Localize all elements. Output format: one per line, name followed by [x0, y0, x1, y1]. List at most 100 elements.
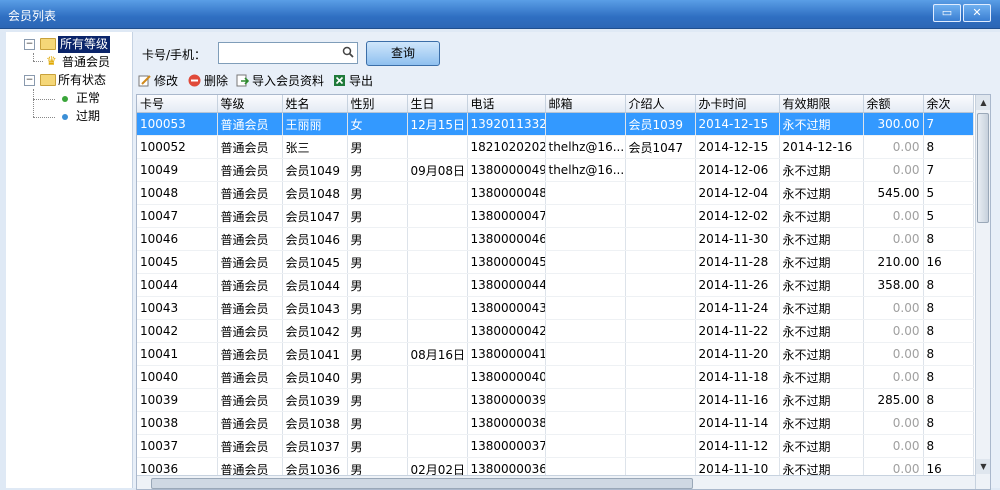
table-row[interactable]: 10048 普通会员 会员1048 男 1380000048 2014-12-04 永不过期…: [137, 181, 974, 205]
table-cell: [625, 319, 696, 343]
column-header[interactable]: 卡号: [137, 95, 218, 113]
search-label: 卡号/手机：: [142, 48, 207, 62]
table-row[interactable]: 10040 普通会员 会员1040 男 1380000040 2014-11-18 永不过期…: [137, 365, 974, 389]
table-cell: 545.00: [863, 181, 924, 205]
tree-line: [33, 117, 55, 118]
table-cell: [545, 319, 626, 343]
table-cell: 0.00: [863, 158, 924, 182]
table-cell: 8: [923, 227, 974, 251]
table-cell: 永不过期: [779, 365, 864, 389]
table-cell: 普通会员: [217, 411, 283, 435]
table-cell: 永不过期: [779, 434, 864, 458]
table-cell: 10043: [137, 296, 218, 320]
table-cell: [625, 296, 696, 320]
table-row[interactable]: 100052 普通会员 张三男 1821020202 thelhz@16... 会员104…: [137, 135, 974, 159]
column-header[interactable]: 余次: [923, 95, 974, 113]
column-header[interactable]: 余额: [863, 95, 924, 113]
table-row[interactable]: 10039 普通会员 会员1039 男 1380000039 2014-11-16 永不过期…: [137, 388, 974, 412]
column-header[interactable]: 邮箱: [545, 95, 626, 113]
collapse-icon[interactable]: −: [24, 39, 35, 50]
table-cell: [625, 273, 696, 297]
delete-label: 删除: [204, 74, 229, 88]
table-cell: 会员1047: [282, 204, 348, 228]
table-cell: [625, 250, 696, 274]
table-cell: 永不过期: [779, 342, 864, 366]
table-cell: 2014-11-12: [695, 434, 780, 458]
scroll-up-icon[interactable]: ▲: [976, 95, 990, 110]
table-cell: 10044: [137, 273, 218, 297]
query-button[interactable]: 查询: [366, 41, 440, 66]
column-header[interactable]: 姓名: [282, 95, 348, 113]
vertical-scrollbar[interactable]: ▲ ▼: [975, 95, 990, 489]
table-cell: [407, 411, 468, 435]
column-header[interactable]: 等级: [217, 95, 283, 113]
search-icon[interactable]: [342, 46, 354, 58]
table-cell: 10041: [137, 342, 218, 366]
horizontal-scroll-thumb[interactable]: [151, 478, 693, 489]
collapse-icon[interactable]: −: [24, 75, 35, 86]
table-cell: 2014-12-15: [695, 112, 780, 136]
green-dot-icon: [62, 96, 68, 102]
table-cell: 5: [923, 204, 974, 228]
table-cell: [625, 388, 696, 412]
table-row[interactable]: 10041 普通会员 会员1041 男 08月16日 1380000041 2014-11-…: [137, 342, 974, 366]
vertical-scroll-thumb[interactable]: [977, 113, 989, 223]
crown-icon: ♛: [46, 54, 57, 68]
edit-icon: [138, 75, 151, 87]
table-row[interactable]: 10043 普通会员 会员1043 男 1380000043 2014-11-24 永不过期…: [137, 296, 974, 320]
maximize-button[interactable]: ▭: [933, 4, 961, 22]
table-row[interactable]: 10045 普通会员 会员1045 男 1380000045 2014-11-28 永不过期…: [137, 250, 974, 274]
column-header[interactable]: 性别: [347, 95, 408, 113]
table-cell: [625, 204, 696, 228]
scroll-down-icon[interactable]: ▼: [976, 459, 990, 474]
column-header[interactable]: 电话: [467, 95, 546, 113]
table-row[interactable]: 10038 普通会员 会员1038 男 1380000038 2014-11-14 永不过期…: [137, 411, 974, 435]
table-row[interactable]: 100053 普通会员 王丽丽女 12月15日 1392011332 会员1039 2014…: [137, 112, 974, 136]
table-cell: 0.00: [863, 365, 924, 389]
column-header[interactable]: 介绍人: [625, 95, 696, 113]
table-cell: 会员1046: [282, 227, 348, 251]
table-header: 卡号 等级 姓名 性别 生日 电话 邮箱 介绍人 办卡时间 有效期限 余额 余次: [137, 95, 974, 113]
close-button[interactable]: ✕: [963, 4, 991, 22]
table-cell: 会员1039: [625, 112, 696, 136]
table-cell: thelhz@16...: [545, 135, 626, 159]
table-row[interactable]: 10047 普通会员 会员1047 男 1380000047 2014-12-02 永不过期…: [137, 204, 974, 228]
table-cell: 285.00: [863, 388, 924, 412]
import-icon: [236, 74, 249, 87]
main-panel: 卡号/手机： 查询 修改 删除 导入会员资料 导出 卡号 等级 姓名 性别 生日…: [133, 32, 1000, 490]
table-row[interactable]: 10049 普通会员 会员1049 男 09月08日 1380000049 thelhz@1…: [137, 158, 974, 182]
table-cell: [545, 273, 626, 297]
blue-dot-icon: [62, 114, 68, 120]
table-cell: 普通会员: [217, 434, 283, 458]
table-cell: 8: [923, 388, 974, 412]
table-cell: 1380000049: [467, 158, 546, 182]
table-cell: 16: [923, 250, 974, 274]
table-cell: [625, 158, 696, 182]
table-row[interactable]: 10044 普通会员 会员1044 男 1380000044 2014-11-26 永不过期…: [137, 273, 974, 297]
column-header[interactable]: 办卡时间: [695, 95, 780, 113]
search-box[interactable]: [218, 42, 358, 64]
table-row[interactable]: 10046 普通会员 会员1046 男 1380000046 2014-11-30 永不过期…: [137, 227, 974, 251]
table-cell: [407, 181, 468, 205]
table-cell: 12月15日: [407, 112, 468, 136]
edit-label: 修改: [154, 74, 179, 88]
table-row[interactable]: 10042 普通会员 会员1042 男 1380000042 2014-11-22 永不过期…: [137, 319, 974, 343]
table-cell: 普通会员: [217, 319, 283, 343]
table-cell: 8: [923, 273, 974, 297]
table-cell: 300.00: [863, 112, 924, 136]
column-header[interactable]: 有效期限: [779, 95, 864, 113]
table-cell: 2014-11-28: [695, 250, 780, 274]
table-cell: [625, 342, 696, 366]
search-input[interactable]: [221, 44, 333, 60]
table-cell: 2014-11-16: [695, 388, 780, 412]
table-cell: [625, 181, 696, 205]
tree-line: [33, 61, 43, 62]
table-row[interactable]: 10037 普通会员 会员1037 男 1380000037 2014-11-12 永不过期…: [137, 434, 974, 458]
excel-export-icon: [334, 75, 345, 86]
table-cell: 0.00: [863, 296, 924, 320]
table-cell: 10047: [137, 204, 218, 228]
table-cell: 1821020202: [467, 135, 546, 159]
table-cell: 1380000047: [467, 204, 546, 228]
column-header[interactable]: 生日: [407, 95, 468, 113]
member-table: 卡号 等级 姓名 性别 生日 电话 邮箱 介绍人 办卡时间 有效期限 余额 余次 100053 普通会员…: [136, 94, 991, 490]
